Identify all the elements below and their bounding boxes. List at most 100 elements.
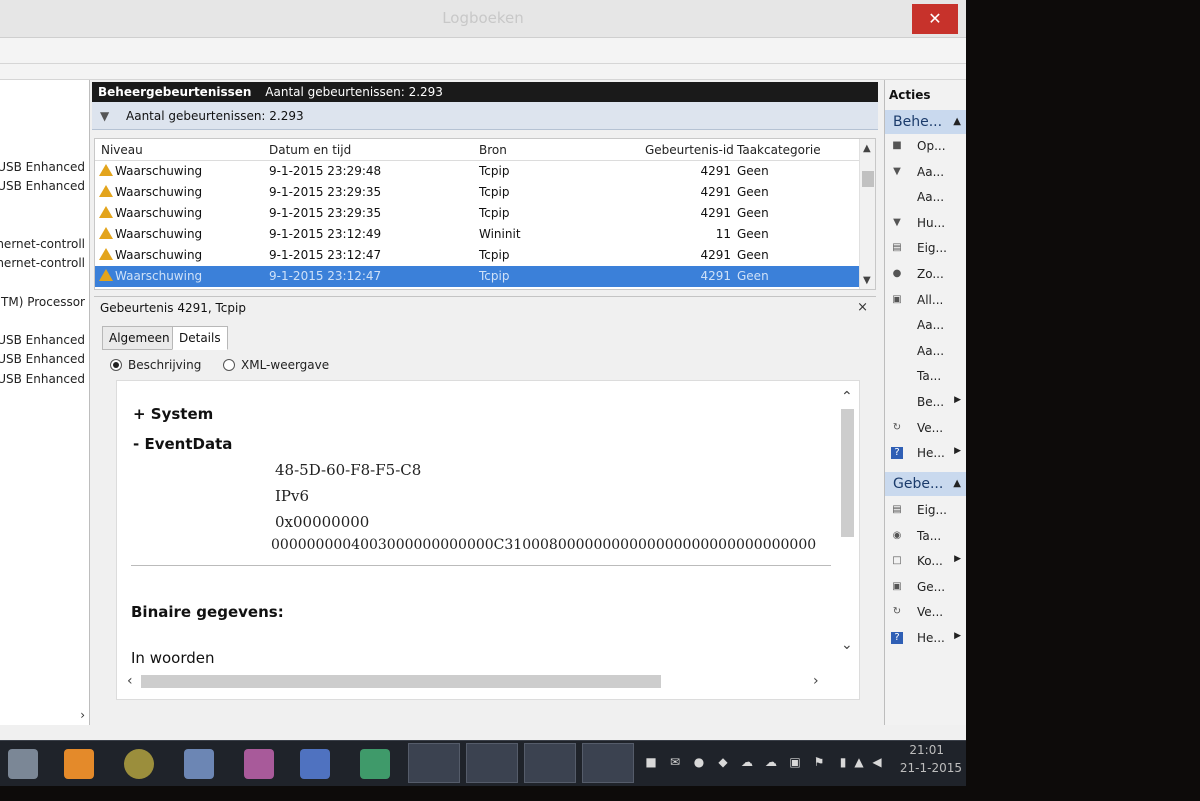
xml-hscroll-thumb[interactable]	[141, 675, 661, 688]
action-label: Zo...	[917, 267, 944, 281]
column-category[interactable]: Taakcategorie	[737, 143, 821, 157]
chevron-left-icon[interactable]: ‹	[127, 673, 133, 689]
chevron-up-icon[interactable]: ⌃	[841, 389, 853, 405]
collapse-icon[interactable]: ▲	[953, 110, 961, 134]
chevron-down-icon[interactable]: ⌄	[841, 637, 853, 653]
screen: Logboeken ✕ USB Enhanced USB Enhanced he…	[0, 0, 966, 740]
action-item[interactable]: Aa...	[885, 341, 966, 363]
taskbar-clock[interactable]: 21:01 21-1-2015	[886, 741, 962, 787]
menu-bar	[0, 38, 966, 64]
action-item[interactable]: ? He... ▶	[885, 628, 966, 650]
filter-bar: ▼ Aantal gebeurtenissen: 2.293	[92, 102, 878, 130]
xml-panel: + System - EventData 48-5D-60-F8-F5-C8 I…	[116, 380, 860, 700]
battery-icon[interactable]: ▮	[836, 755, 850, 769]
cell-category: Geen	[737, 248, 769, 262]
signal-icon[interactable]: ▲	[852, 755, 866, 769]
taskbar-item-computer-2[interactable]	[466, 743, 518, 783]
taskbar-item-computer[interactable]	[408, 743, 460, 783]
detail-close-icon[interactable]: ×	[857, 297, 868, 319]
action-item[interactable]: Aa...	[885, 187, 966, 209]
tree-item[interactable]: hernet-controll	[0, 237, 85, 251]
system-node[interactable]: + System	[133, 405, 213, 423]
table-row[interactable]: Waarschuwing 9-1-2015 23:29:35 Tcpip 4291 Ge…	[95, 182, 861, 203]
media-player-icon[interactable]	[64, 749, 94, 779]
action-item[interactable]: ↻ Ve...	[885, 602, 966, 624]
device-icon[interactable]: ▣	[788, 755, 802, 769]
tree-item[interactable]: hernet-controll	[0, 256, 85, 270]
chat-app-icon[interactable]	[124, 749, 154, 779]
action-item[interactable]: Aa...	[885, 315, 966, 337]
chevron-right-icon[interactable]: ›	[813, 673, 819, 689]
xml-scroll-thumb[interactable]	[841, 409, 854, 537]
network-app-icon[interactable]	[8, 749, 38, 779]
action-item[interactable]: ◉ Ta...	[885, 526, 966, 548]
shield-icon[interactable]: ◆	[716, 755, 730, 769]
tree-item[interactable]: USB Enhanced	[0, 333, 85, 347]
action-label: Ge...	[917, 579, 946, 594]
tree-item[interactable]: USB Enhanced	[0, 179, 85, 193]
table-scrollbar[interactable]: ▲ ▼	[859, 139, 875, 289]
keyboard-app-icon[interactable]	[184, 749, 214, 779]
cell-event-id: 4291	[700, 206, 731, 220]
sync-icon[interactable]: ●	[692, 755, 706, 769]
scroll-thumb[interactable]	[862, 171, 874, 187]
action-item[interactable]: Ta...	[885, 366, 966, 388]
mail-icon[interactable]: ✉	[668, 755, 682, 769]
action-item[interactable]: □ Ko... ▶	[885, 551, 966, 573]
refresh-icon: ↻	[892, 421, 902, 433]
cell-level: Waarschuwing	[99, 248, 202, 262]
help-icon: ?	[891, 632, 903, 644]
column-event-id[interactable]: Gebeurtenis-id	[645, 143, 734, 157]
action-item[interactable]: ? He... ▶	[885, 443, 966, 465]
column-datetime[interactable]: Datum en tijd	[269, 143, 351, 157]
cloud-icon[interactable]: ☁	[764, 755, 778, 769]
column-level[interactable]: Niveau	[101, 143, 143, 157]
close-button[interactable]: ✕	[912, 4, 958, 34]
action-label: Be...	[917, 395, 945, 409]
action-label: Ve...	[917, 420, 944, 435]
action-item[interactable]: ▤ Eig...	[885, 500, 966, 522]
action-item[interactable]: ▼ Hu...	[885, 213, 966, 235]
table-row[interactable]: Waarschuwing 9-1-2015 23:12:47 Tcpip 4291 Ge…	[95, 266, 861, 287]
eventdata-node[interactable]: - EventData	[133, 435, 232, 453]
scroll-right-icon[interactable]: ›	[80, 708, 85, 722]
actions-section-log[interactable]: Behe... ▲	[885, 110, 966, 134]
tools-app-icon[interactable]	[244, 749, 274, 779]
action-item[interactable]: ■ Op...	[885, 136, 966, 158]
action-item[interactable]: ▣ Ge...	[885, 577, 966, 599]
tree-item[interactable]: USB Enhanced	[0, 352, 85, 366]
card-app-icon[interactable]	[360, 749, 390, 779]
tree-item[interactable]: USB Enhanced	[0, 160, 85, 174]
table-row[interactable]: Waarschuwing 9-1-2015 23:29:35 Tcpip 4291 Ge…	[95, 203, 861, 224]
speaker-icon[interactable]: ◀	[870, 755, 884, 769]
tray-app-icon[interactable]: ■	[644, 755, 658, 769]
action-item[interactable]: ▤ Eig...	[885, 238, 966, 260]
action-item[interactable]: ▣ All...	[885, 290, 966, 312]
action-item[interactable]: ● Zo...	[885, 264, 966, 286]
filter-icon: ▼	[893, 216, 901, 228]
cloud-icon[interactable]: ☁	[740, 755, 754, 769]
column-source[interactable]: Bron	[479, 143, 507, 157]
window-app-icon[interactable]	[300, 749, 330, 779]
scroll-down-icon[interactable]: ▼	[863, 275, 871, 286]
xml-horizontal-scrollbar[interactable]: ‹ ›	[127, 673, 827, 689]
tab-details[interactable]: Details	[172, 326, 228, 350]
table-row[interactable]: Waarschuwing 9-1-2015 23:12:49 Wininit 11 Ge…	[95, 224, 861, 245]
actions-section-event[interactable]: Gebe... ▲	[885, 472, 966, 496]
flag-icon[interactable]: ⚑	[812, 755, 826, 769]
tree-item[interactable]: TM) Processor	[1, 295, 85, 309]
tree-item[interactable]: USB Enhanced	[0, 372, 85, 386]
table-row[interactable]: Waarschuwing 9-1-2015 23:12:47 Tcpip 4291 Ge…	[95, 245, 861, 266]
xml-vertical-scrollbar[interactable]: ⌃ ⌄	[839, 387, 855, 657]
action-item[interactable]: ↻ Ve...	[885, 418, 966, 440]
scroll-up-icon[interactable]: ▲	[863, 143, 871, 154]
radio-description[interactable]	[110, 359, 122, 371]
action-item[interactable]: ▼ Aa...	[885, 162, 966, 184]
taskbar-item-security-2[interactable]	[582, 743, 634, 783]
action-item[interactable]: Be... ▶	[885, 392, 966, 414]
taskbar-item-security[interactable]	[524, 743, 576, 783]
tab-general[interactable]: Algemeen	[102, 326, 177, 350]
table-row[interactable]: Waarschuwing 9-1-2015 23:29:48 Tcpip 4291 Ge…	[95, 161, 861, 182]
radio-xml[interactable]	[223, 359, 235, 371]
collapse-icon[interactable]: ▲	[953, 472, 961, 496]
